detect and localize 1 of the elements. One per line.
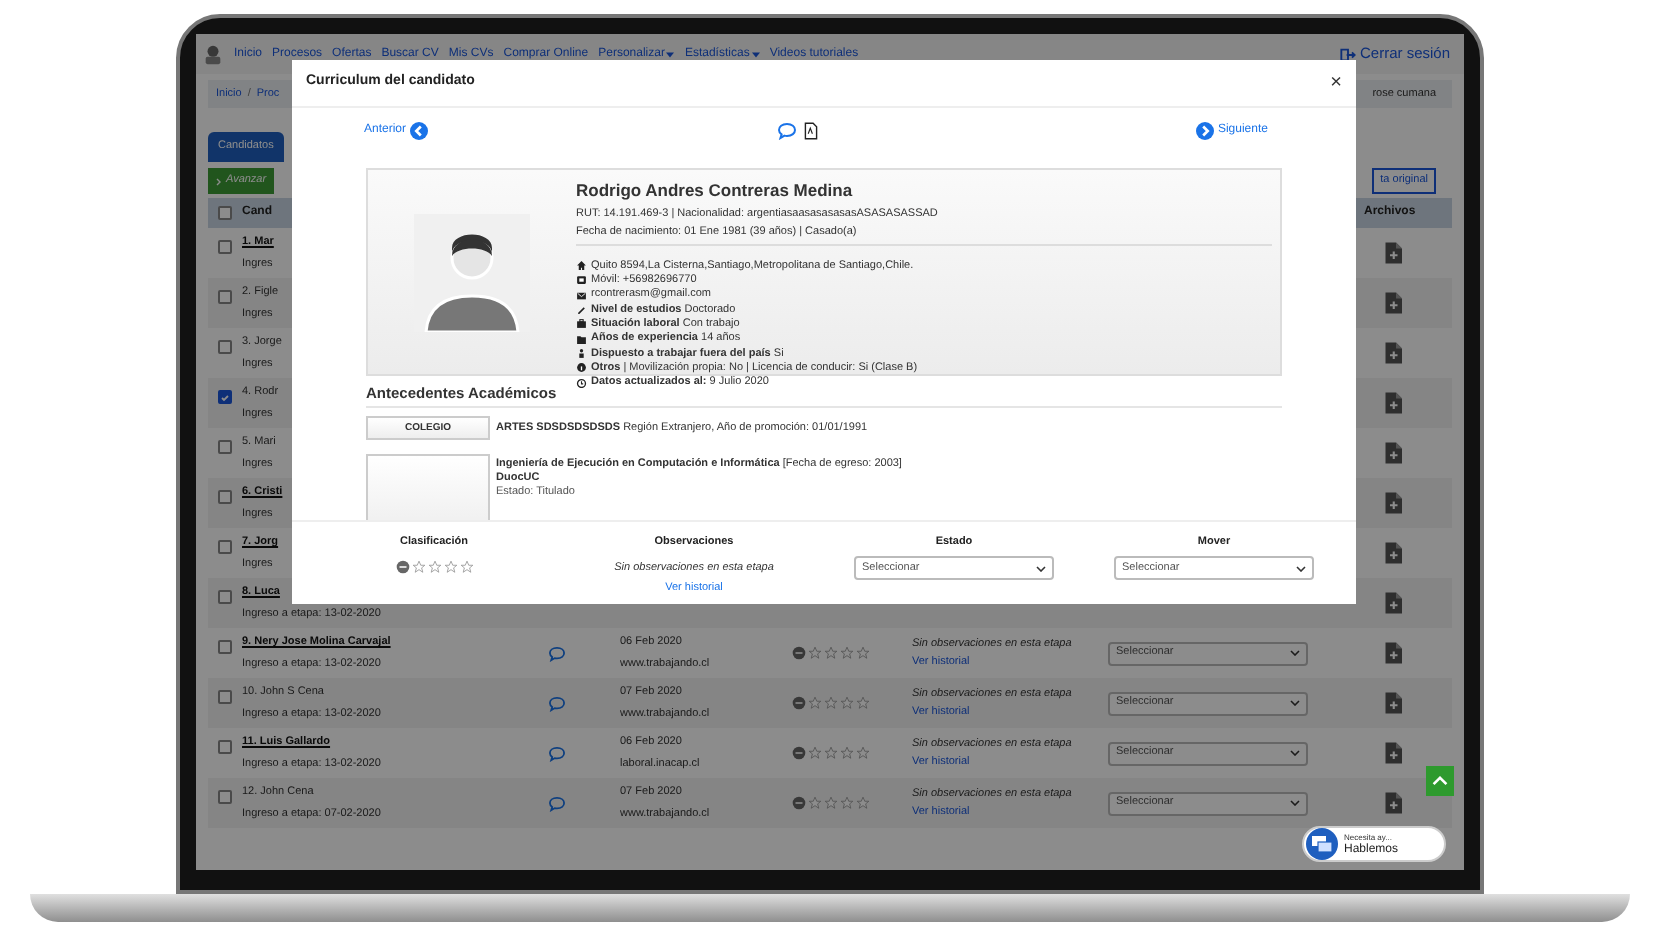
candidate-full-name: Rodrigo Andres Contreras Medina xyxy=(576,178,855,204)
